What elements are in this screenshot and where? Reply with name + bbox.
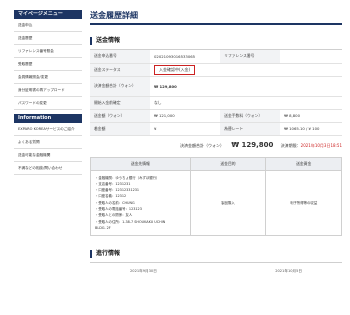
sidebar-header: マイページメニュー <box>14 10 82 19</box>
sidebar-item-institutions[interactable]: 送金可能な金融機関 <box>14 149 82 162</box>
table-row: 着金額 ¥ 為替レート ₩ 1065.10 / ¥ 100 <box>90 122 342 136</box>
receive-label: 着金額 <box>90 122 150 136</box>
table-header-row: 送金先情報 送金目的 送金資金 <box>90 157 342 170</box>
fee-value: ₩ 8,800 <box>280 109 342 123</box>
sidebar-item-remit-history[interactable]: 送金履歴 <box>14 32 82 45</box>
ref-no-value <box>280 50 342 64</box>
rate-value: ₩ 1065.10 / ¥ 100 <box>280 122 342 136</box>
page-title: 送金履歴詳細 <box>90 11 138 20</box>
sidebar-item-faq[interactable]: よくある質問 <box>14 136 82 149</box>
table-row: 開始入金前確定 なし <box>90 96 342 110</box>
remit-no-value: 02021093016533065 <box>150 50 221 64</box>
request-amount-value: ₩ 129,800 <box>150 76 342 97</box>
sidebar-item-receive-history[interactable]: 受取履歴 <box>14 58 82 71</box>
sidebar-info-header: Information <box>14 114 82 123</box>
total-label: 決済金額合計（ウォン） <box>180 142 225 148</box>
installment-value: なし <box>150 96 342 110</box>
table-row: 決済金額合計（ウォン） ₩ 129,800 <box>90 76 342 97</box>
remit-no-label: 送金申込番号 <box>90 50 150 64</box>
sidebar-item-member-info[interactable]: 会員情報照会/変更 <box>14 71 82 84</box>
sidebar-item-contact[interactable]: 不満などの相談/問い合わせ <box>14 162 82 175</box>
status-label: 送金ステータス <box>90 63 150 77</box>
purpose-value: 製品購入 <box>190 169 267 236</box>
table-row: 送金ステータス 入金確認中(入金) <box>90 63 342 77</box>
remit-amount-value: ₩ 121,000 <box>150 109 221 123</box>
progress-dates: 2021年9月30日 2021年10月5日 <box>90 267 342 275</box>
table-row: ・金融機関：ゆうちょ銀行（みずほ銀行） ・支店番号：1231231 ・口座番号：… <box>90 169 342 236</box>
section-title-progress: 進行情報 <box>90 250 342 259</box>
progress-date: 2021年9月30日 <box>130 269 157 274</box>
col-header-funds: 送金資金 <box>265 157 342 170</box>
recipient-line: BLDG. 2F <box>95 225 111 230</box>
progress-date: 2021年10月5日 <box>275 269 302 274</box>
receive-value: ¥ <box>150 122 221 136</box>
sidebar: マイページメニュー 送金申込 送金履歴 リファレンス番号照会 受取履歴 会員情報… <box>14 10 82 175</box>
sidebar-item-id-reupload[interactable]: 身分証明書の再アップロード <box>14 84 82 97</box>
sidebar-item-reference-inquiry[interactable]: リファレンス番号照会 <box>14 45 82 58</box>
sidebar-item-password-change[interactable]: パスワードの変更 <box>14 97 82 110</box>
fee-label: 送金手数料（ウォン） <box>220 109 281 123</box>
section-divider <box>90 262 342 264</box>
installment-label: 開始入金前確定 <box>90 96 150 110</box>
total-line: 決済金額合計（ウォン） ₩ 129,800 決済期限：2021年10月3日18:… <box>90 141 342 149</box>
rate-label: 為替レート <box>220 122 281 136</box>
total-currency: ₩ <box>231 140 240 149</box>
request-amount-label: 決済金額合計（ウォン） <box>90 76 150 97</box>
main-content: 送金履歴詳細 送金情報 送金申込番号 02021093016533065 リファ… <box>90 10 342 275</box>
table-row: 送金額（ウォン） ₩ 121,000 送金手数料（ウォン） ₩ 8,800 <box>90 109 342 123</box>
section-title-transfer-info: 送金情報 <box>90 37 342 45</box>
sidebar-item-service-intro[interactable]: EXPARO KOREAサービスのご紹介 <box>14 123 82 136</box>
sidebar-item-remit-apply[interactable]: 送金申込 <box>14 19 82 32</box>
total-amount: 129,800 <box>241 140 274 149</box>
col-header-purpose: 送金目的 <box>190 157 267 170</box>
ref-no-label: リファレンス番号 <box>220 50 281 64</box>
due-label: 決済期限： <box>280 142 301 148</box>
due-value: 2021年10月3日18:51 <box>300 142 342 148</box>
funds-value: 利子所得等の収益 <box>265 169 342 236</box>
col-header-recipient: 送金先情報 <box>90 157 191 170</box>
recipient-info: ・金融機関：ゆうちょ銀行（みずほ銀行） ・支店番号：1231231 ・口座番号：… <box>90 169 191 236</box>
title-divider <box>90 23 342 25</box>
transfer-info-table: 送金申込番号 02021093016533065 リファレンス番号 送金ステータ… <box>90 50 342 136</box>
status-badge: 入金確認中(入金) <box>154 64 196 75</box>
remit-amount-label: 送金額（ウォン） <box>90 109 150 123</box>
recipient-detail-table: 送金先情報 送金目的 送金資金 ・金融機関：ゆうちょ銀行（みずほ銀行） ・支店番… <box>90 156 342 237</box>
table-row: 送金申込番号 02021093016533065 リファレンス番号 <box>90 50 342 64</box>
